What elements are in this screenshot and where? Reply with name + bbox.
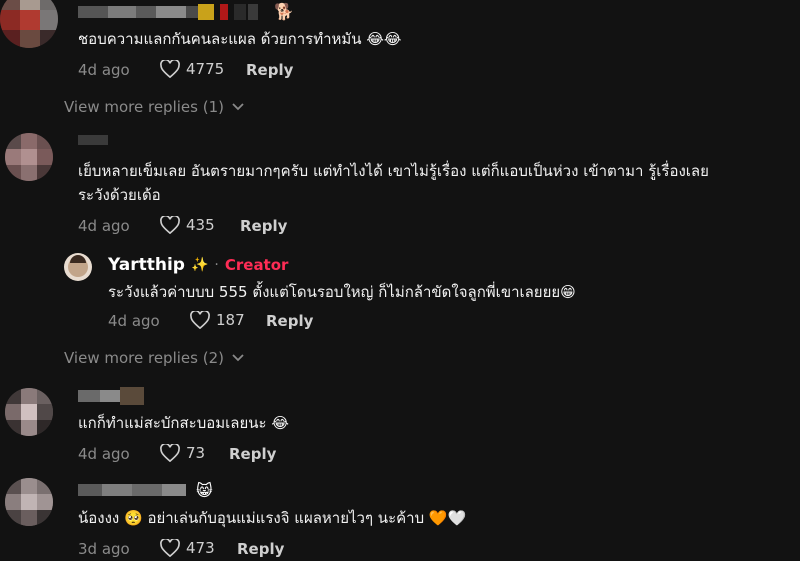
comment-date: 4d ago <box>78 217 130 235</box>
like-count: 73 <box>186 444 206 462</box>
reply-button[interactable]: Reply <box>229 445 276 463</box>
avatar-pixel <box>0 30 20 48</box>
avatar-pixel <box>0 0 20 10</box>
username-blurred[interactable] <box>78 484 198 498</box>
comment-date: 4d ago <box>78 61 130 79</box>
reply-button[interactable]: Reply <box>240 217 287 235</box>
avatar[interactable] <box>5 388 53 436</box>
like-button[interactable]: 4775 <box>160 60 224 78</box>
reply-button[interactable]: Reply <box>237 540 284 558</box>
comment-text: ชอบความแลกกันคนละแผล ด้วยการทำหมัน 😂😂 <box>78 30 402 48</box>
comment-text: แกก็ทำแม่สะบักสะบอมเลยนะ 😂 <box>78 414 289 432</box>
username-blurred[interactable] <box>78 387 148 405</box>
heart-outline-icon <box>160 60 180 78</box>
comment-date: 3d ago <box>78 540 130 558</box>
like-button[interactable]: 473 <box>160 539 215 557</box>
like-count: 4775 <box>186 60 225 78</box>
chevron-down-icon <box>232 103 244 111</box>
avatar-pixel <box>40 10 58 30</box>
heart-outline-icon <box>160 539 180 557</box>
reply-text: ระวังแล้วค่าบบบ 555 ตั้งแต่โดนรอบใหญ่ ก็… <box>108 283 576 301</box>
view-more-label: View more replies (1) <box>64 98 224 116</box>
avatar-pixel <box>20 10 40 30</box>
view-more-replies[interactable]: View more replies (1) <box>64 98 244 116</box>
reply-button[interactable]: Reply <box>246 61 293 79</box>
like-button[interactable]: 73 <box>160 444 205 462</box>
view-more-label: View more replies (2) <box>64 349 224 367</box>
creator-username[interactable]: Yartthip <box>108 255 185 275</box>
heart-outline-icon <box>160 444 180 462</box>
creator-badge: Creator <box>224 256 289 274</box>
creator-header: Yartthip ✨ · Creator <box>108 255 288 275</box>
comment-date: 4d ago <box>78 445 130 463</box>
heart-outline-icon <box>190 311 210 329</box>
chevron-down-icon <box>232 354 244 362</box>
like-button[interactable]: 187 <box>190 311 245 329</box>
avatar-hair <box>70 255 86 263</box>
avatar[interactable] <box>0 0 58 48</box>
separator-dot: · <box>214 257 219 273</box>
avatar-pixel <box>20 0 40 10</box>
avatar[interactable] <box>5 133 53 181</box>
like-button[interactable]: 435 <box>160 216 215 234</box>
username-blurred[interactable] <box>78 135 108 145</box>
sparkle-emoji: ✨ <box>190 257 209 273</box>
cat-emoji: 😸 <box>196 481 213 500</box>
reply-button[interactable]: Reply <box>266 312 313 330</box>
comment-text: เย็บหลายเข็มเลย อันตรายมากๆครับ แต่ทำไงไ… <box>78 162 709 180</box>
comment-text: น้องงง 🥺 อย่าเล่นกับอุนแม่แรงจิ แผลหายไว… <box>78 509 467 527</box>
avatar-pixel <box>0 10 20 30</box>
like-count: 473 <box>186 539 215 557</box>
like-count: 435 <box>186 216 215 234</box>
reply-date: 4d ago <box>108 312 160 330</box>
heart-outline-icon <box>160 216 180 234</box>
like-count: 187 <box>216 311 245 329</box>
creator-avatar[interactable] <box>64 253 92 281</box>
avatar-pixel <box>40 0 58 10</box>
username-blurred[interactable] <box>78 4 278 20</box>
comment-text: ระวังด้วยเด้อ <box>78 186 161 204</box>
dog-emoji: 🐕 <box>274 2 294 21</box>
avatar[interactable] <box>5 478 53 526</box>
view-more-replies[interactable]: View more replies (2) <box>64 349 244 367</box>
avatar-pixel <box>20 30 40 48</box>
